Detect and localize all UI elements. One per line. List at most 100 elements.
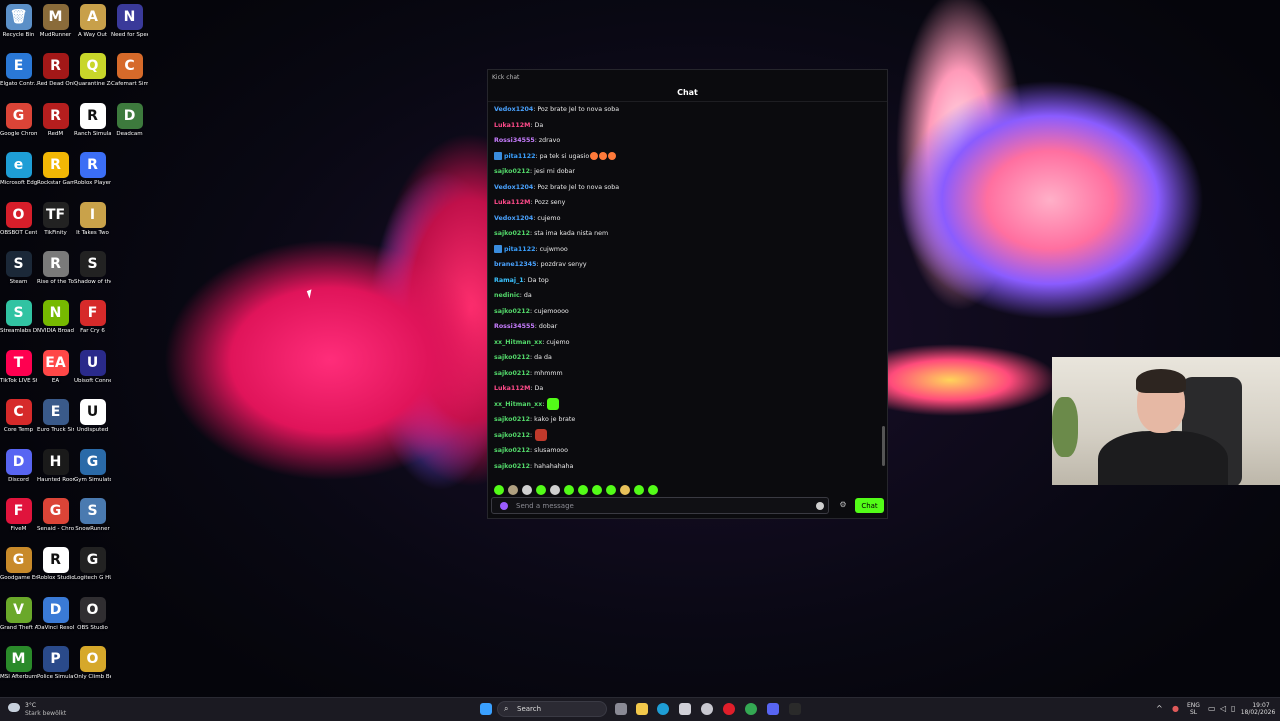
quick-emote-icon[interactable]: [578, 485, 588, 495]
chat-username[interactable]: xx_Hitman_xx: [494, 339, 542, 346]
desktop-icon[interactable]: D Discord: [0, 448, 37, 484]
chat-username[interactable]: sajko0212: [494, 432, 530, 439]
obsbot-taskbar-icon[interactable]: [723, 703, 735, 715]
desktop-icon[interactable]: VGrand Theft Auto V Le...: [0, 596, 37, 632]
chat-username[interactable]: sajko0212: [494, 370, 530, 377]
desktop-icon[interactable]: GGoodgame Empire: [0, 547, 37, 582]
desktop-icon[interactable]: RRanch Simulator: [74, 102, 111, 138]
desktop-icon[interactable]: EEuro Truck Simulator 2: [37, 399, 74, 434]
desktop-icon[interactable]: EA EA: [37, 349, 74, 385]
chat-username[interactable]: Luka112M: [494, 199, 530, 206]
desktop-icon[interactable]: C Core Temp: [0, 399, 37, 434]
desktop-icon[interactable]: RRed Dead Online: [37, 53, 74, 88]
desktop-icon[interactable]: PPolice Simulat...: [37, 646, 74, 681]
volume-icon[interactable]: ◁: [1220, 705, 1226, 713]
desktop-icon[interactable]: S SnowRunner: [74, 498, 111, 533]
quick-emote-icon[interactable]: [648, 485, 658, 495]
desktop-icon[interactable]: TTikTok LIVE Studio: [0, 349, 37, 385]
chat-input-box[interactable]: [491, 497, 829, 514]
desktop-icon[interactable]: NNVIDIA Broadcast: [37, 300, 74, 335]
desktop-icon[interactable]: TF TikFinity: [37, 201, 74, 237]
file-explorer-icon[interactable]: [636, 703, 648, 715]
chat-username[interactable]: pita1122: [504, 246, 535, 253]
tikfinity-taskbar-icon[interactable]: [789, 703, 801, 715]
desktop-icon[interactable]: R RedM: [37, 102, 74, 138]
quick-emote-icon[interactable]: [606, 485, 616, 495]
chat-username[interactable]: sajko0212: [494, 447, 530, 454]
chat-username[interactable]: pita1122: [504, 153, 535, 160]
send-chat-button[interactable]: Chat: [855, 498, 884, 513]
desktop-icon[interactable]: UUbisoft Connect: [74, 349, 111, 385]
desktop-icon[interactable]: R Roblox Studio: [37, 547, 74, 582]
chat-username[interactable]: sajko0212: [494, 168, 530, 175]
start-icon[interactable]: [480, 703, 492, 715]
chat-username[interactable]: nedinic: [494, 292, 520, 299]
taskbar-search[interactable]: ⌕ Search: [497, 701, 607, 717]
desktop-icon[interactable]: GLogitech G HUB: [74, 547, 111, 582]
battery-icon[interactable]: ▯: [1231, 705, 1235, 713]
desktop-icon[interactable]: DDaVinci Resolve: [37, 596, 74, 632]
desktop-icon[interactable]: G Senaid - Chrome: [37, 498, 74, 533]
desktop-icon[interactable]: RRockstar Games ...: [37, 152, 74, 187]
chat-username[interactable]: Vedox1204: [494, 106, 533, 113]
desktop-icon[interactable]: R Rise of the Tomb Raider: [37, 251, 74, 286]
chat-username[interactable]: sajko0212: [494, 354, 530, 361]
chevron-up-icon[interactable]: ^: [1156, 705, 1163, 713]
chat-username[interactable]: brane12345: [494, 261, 537, 268]
desktop-icon[interactable]: OOBSBOT Center: [0, 201, 37, 237]
quick-emote-icon[interactable]: [564, 485, 574, 495]
language-top[interactable]: ENG: [1187, 702, 1200, 709]
network-icon[interactable]: ▭: [1208, 705, 1216, 713]
chat-settings-gear-icon[interactable]: ⚙: [838, 500, 848, 510]
emoji-picker-icon[interactable]: [816, 502, 824, 510]
desktop-icon[interactable]: R Roblox Player: [74, 152, 111, 187]
clock-time[interactable]: 19:07: [1248, 702, 1274, 709]
desktop-icon[interactable]: 🗑 Recycle Bin: [0, 4, 37, 39]
clock-date[interactable]: 18/02/2026: [1240, 709, 1276, 716]
desktop-icon[interactable]: HHaunted Room: 205: [37, 448, 74, 484]
mic-tray-icon[interactable]: ●: [1172, 705, 1179, 713]
quick-emote-icon[interactable]: [536, 485, 546, 495]
desktop-icon[interactable]: I It Takes Two: [74, 201, 111, 237]
desktop-icon[interactable]: F FiveM: [0, 498, 37, 533]
chat-username[interactable]: Luka112M: [494, 385, 530, 392]
chat-username[interactable]: sajko0212: [494, 308, 530, 315]
task-view-icon[interactable]: [615, 703, 627, 715]
chat-username[interactable]: sajko0212: [494, 463, 530, 470]
quick-emote-icon[interactable]: [620, 485, 630, 495]
desktop-icon[interactable]: SStreamlabs Desktop: [0, 300, 37, 335]
desktop-icon[interactable]: S Shadow of the Tom...: [74, 251, 111, 286]
quick-emote-icon[interactable]: [550, 485, 560, 495]
desktop-icon[interactable]: S Steam: [0, 251, 37, 286]
chat-username[interactable]: Rossi34555: [494, 137, 535, 144]
edge-taskbar-icon[interactable]: [657, 703, 669, 715]
chat-username[interactable]: sajko0212: [494, 230, 530, 237]
chat-username[interactable]: xx_Hitman_xx: [494, 401, 542, 408]
desktop-icon[interactable]: MMSI Afterburner: [0, 646, 37, 681]
chat-username[interactable]: Vedox1204: [494, 215, 533, 222]
desktop-icon[interactable]: U Undisputed: [74, 399, 111, 434]
quick-emote-icon[interactable]: [494, 485, 504, 495]
chat-username[interactable]: Luka112M: [494, 122, 530, 129]
desktop-icon[interactable]: QQuarantine Zone The...: [74, 53, 111, 88]
chat-username[interactable]: sajko0212: [494, 416, 530, 423]
desktop-icon[interactable]: D Deadcam: [111, 102, 148, 138]
language-bottom[interactable]: SL: [1190, 709, 1197, 716]
desktop-icon[interactable]: E Elgato Contr...: [0, 53, 37, 88]
chat-scrollbar[interactable]: [882, 426, 885, 466]
desktop-icon[interactable]: N Need for Speed™ Heat: [111, 4, 148, 39]
steam-taskbar-icon[interactable]: [701, 703, 713, 715]
chat-username[interactable]: Vedox1204: [494, 184, 533, 191]
discord-taskbar-icon[interactable]: [767, 703, 779, 715]
store-taskbar-icon[interactable]: [679, 703, 691, 715]
desktop-icon[interactable]: A A Way Out: [74, 4, 111, 39]
chat-username[interactable]: Ramaj_1: [494, 277, 524, 284]
desktop-icon[interactable]: F Far Cry 6: [74, 300, 111, 335]
desktop-icon[interactable]: e Microsoft Edge: [0, 152, 37, 187]
quick-emote-icon[interactable]: [592, 485, 602, 495]
desktop-icon[interactable]: O OBS Studio: [74, 596, 111, 632]
chat-username[interactable]: Rossi34555: [494, 323, 535, 330]
desktop-icon[interactable]: M MudRunner: [37, 4, 74, 39]
desktop-icon[interactable]: GGoogle Chrome: [0, 102, 37, 138]
chat-message-list[interactable]: Vedox1204: Poz brate Jel to nova soba Luk…: [494, 102, 874, 474]
